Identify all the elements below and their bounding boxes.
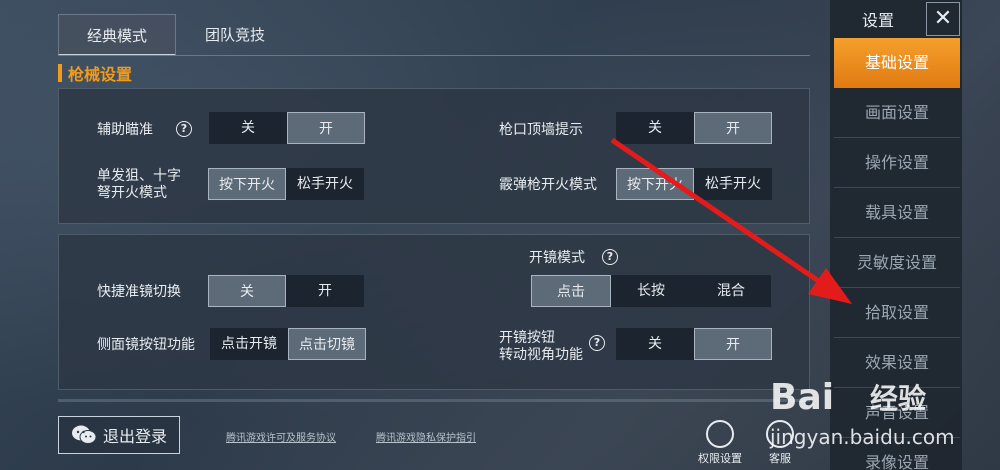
section-title: 枪械设置 (58, 62, 132, 84)
help-icon[interactable]: ? (589, 335, 605, 351)
side-scope-label: 侧面镜按钮功能 (97, 337, 195, 353)
help-icon[interactable]: ? (602, 249, 618, 265)
privacy-link[interactable]: 腾讯游戏隐私保护指引 (376, 429, 476, 444)
section-title-bar (58, 64, 62, 82)
sidebar-header: 设置 ✕ (830, 0, 962, 38)
sidebar-item-controls[interactable]: 操作设置 (834, 138, 960, 188)
watermark-url: jingyan.baidu.com (770, 425, 955, 449)
logout-label: 退出登录 (102, 427, 167, 446)
shotgun-fire-label: 霰弹枪开火模式 (499, 177, 597, 193)
scope-rotate-label-1: 开镜按钮 (499, 330, 555, 346)
muzzle-wall-on[interactable]: 开 (694, 112, 772, 144)
sidebar-item-pickup[interactable]: 拾取设置 (834, 288, 960, 338)
quick-scope-toggle: 关 开 (208, 275, 364, 307)
baidu-watermark: Bai 经验 jingyan.baidu.com (770, 355, 980, 465)
side-scope-open[interactable]: 点击开镜 (210, 328, 288, 360)
weapon-panel-2: 开镜模式 ? 点击 长按 混合 快捷准镜切换 关 开 侧面镜按钮功能 点击开镜 … (58, 234, 810, 390)
side-scope-toggle: 点击开镜 点击切镜 (210, 328, 366, 360)
sniper-fire-toggle: 按下开火 松手开火 (208, 168, 364, 200)
side-scope-switch[interactable]: 点击切镜 (288, 328, 366, 360)
scope-mode-hold[interactable]: 长按 (611, 275, 691, 307)
sidebar-item-display[interactable]: 画面设置 (834, 88, 960, 138)
sidebar-title: 设置 (861, 11, 894, 30)
scope-rotate-off[interactable]: 关 (616, 328, 694, 360)
quick-scope-on[interactable]: 开 (286, 275, 364, 307)
assist-aim-off[interactable]: 关 (209, 112, 287, 144)
muzzle-wall-label: 枪口顶墙提示 (499, 122, 583, 138)
muzzle-wall-off[interactable]: 关 (616, 112, 694, 144)
tab-classic[interactable]: 经典模式 (58, 14, 176, 56)
close-icon[interactable]: ✕ (926, 2, 960, 36)
shield-icon (706, 420, 734, 448)
permission-button[interactable]: 权限设置 (698, 420, 742, 466)
quick-scope-off[interactable]: 关 (208, 275, 286, 307)
scope-mode-tap[interactable]: 点击 (531, 275, 611, 307)
permission-label: 权限设置 (698, 452, 742, 465)
scope-mode-select: 点击 长按 混合 (531, 275, 771, 307)
quick-scope-label: 快捷准镜切换 (97, 284, 181, 300)
license-link[interactable]: 腾讯游戏许可及服务协议 (226, 429, 336, 444)
assist-aim-label: 辅助瞄准 (97, 122, 153, 138)
sniper-fire-label-1: 单发狙、十字 (97, 168, 181, 184)
assist-aim-on[interactable]: 开 (287, 112, 365, 144)
sniper-fire-label-2: 弩开火模式 (97, 185, 167, 201)
weapon-panel-1: 辅助瞄准 ? 关 开 枪口顶墙提示 关 开 单发狙、十字 弩开火模式 按下开火 … (58, 88, 810, 224)
assist-aim-toggle: 关 开 (209, 112, 365, 144)
scope-rotate-label-2: 转动视角功能 (499, 347, 583, 363)
sniper-fire-press[interactable]: 按下开火 (208, 168, 286, 200)
help-icon[interactable]: ? (176, 121, 192, 137)
section-title-label: 枪械设置 (68, 65, 133, 84)
sidebar-item-basic[interactable]: 基础设置 (834, 38, 960, 88)
shotgun-fire-toggle: 按下开火 松手开火 (616, 168, 772, 200)
scope-rotate-on[interactable]: 开 (694, 328, 772, 360)
wechat-icon (71, 425, 97, 444)
shotgun-fire-press[interactable]: 按下开火 (616, 168, 694, 200)
watermark-cn: 经验 (870, 382, 927, 415)
watermark-brand: Bai (770, 377, 835, 418)
shotgun-fire-release[interactable]: 松手开火 (694, 168, 772, 200)
panel-bottom-divider (58, 399, 810, 402)
sidebar-item-vehicle[interactable]: 载具设置 (834, 188, 960, 238)
mode-tabs: 经典模式 团队竞技 (58, 14, 294, 56)
scope-rotate-toggle: 关 开 (616, 328, 772, 360)
scope-mode-mixed[interactable]: 混合 (691, 275, 771, 307)
tab-team[interactable]: 团队竞技 (176, 14, 294, 56)
logout-button[interactable]: 退出登录 (58, 416, 180, 454)
scope-mode-label: 开镜模式 (529, 250, 585, 266)
tab-divider (58, 55, 810, 56)
sniper-fire-release[interactable]: 松手开火 (286, 168, 364, 200)
muzzle-wall-toggle: 关 开 (616, 112, 772, 144)
sidebar-item-sensitivity[interactable]: 灵敏度设置 (834, 238, 960, 288)
